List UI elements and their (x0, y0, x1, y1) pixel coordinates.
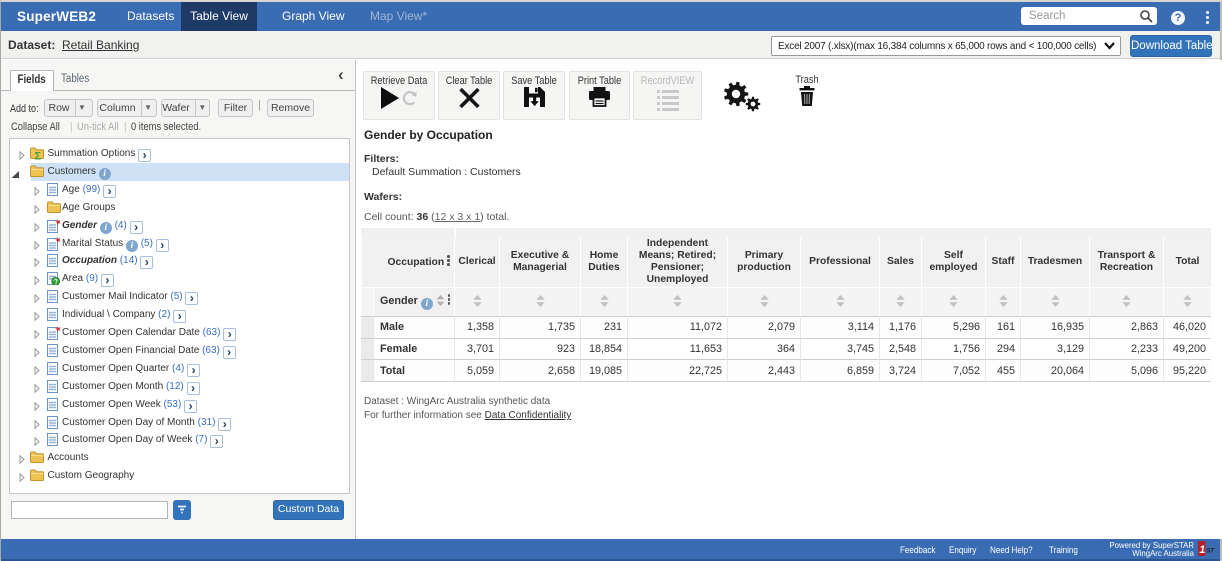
svg-text:ST: ST (1207, 549, 1216, 555)
svg-text:Σ: Σ (35, 151, 42, 161)
svg-text:1: 1 (1199, 544, 1205, 556)
